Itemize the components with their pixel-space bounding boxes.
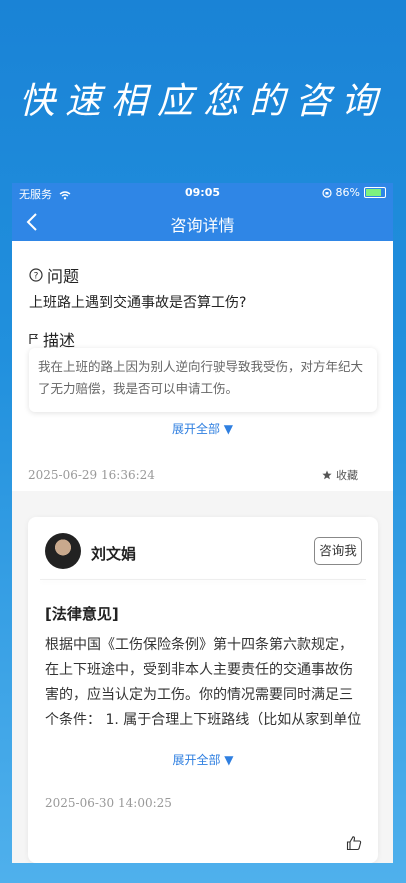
flag-icon	[29, 334, 38, 344]
answer-date: 2025-06-30 14:00:25	[45, 796, 172, 810]
hero-title: 快速相应您的咨询	[18, 81, 387, 122]
question-circle-icon: ?	[29, 268, 43, 282]
favorite-button[interactable]: 收藏	[322, 467, 358, 483]
expand-opinion-button[interactable]: 展开全部 ▼	[28, 751, 378, 768]
page-title: 咨询详情	[170, 216, 235, 235]
question-heading: ? 问题	[29, 263, 79, 287]
description-text: 我在上班的路上因为别人逆向行驶导致我受伤，对方年纪大了无力赔偿，我是否可以申请工…	[38, 359, 364, 396]
lawyer-name: 刘文娟	[91, 545, 137, 563]
battery-percent: 86%	[335, 186, 360, 199]
phone-screen: 无服务 09:05 86% 咨询详情 ? 问题 上班路上遇到交通事故是否算工伤?…	[12, 183, 393, 863]
question-text: 上班路上遇到交通事故是否算工伤?	[29, 295, 247, 311]
lawyer-avatar[interactable]	[45, 533, 81, 569]
description-box: 我在上班的路上因为别人逆向行驶导致我受伤，对方年纪大了无力赔偿，我是否可以申请工…	[29, 348, 377, 412]
orientation-lock-icon	[321, 187, 332, 198]
svg-text:?: ?	[34, 272, 39, 282]
star-icon	[322, 470, 332, 480]
status-right: 86%	[321, 186, 386, 199]
consult-me-button[interactable]: 咨询我	[314, 537, 362, 565]
status-bar: 无服务 09:05 86%	[12, 183, 393, 203]
divider	[40, 579, 366, 580]
thumbs-up-icon[interactable]	[346, 835, 362, 851]
expand-description-button[interactable]: 展开全部 ▼	[12, 420, 393, 437]
answer-card: 刘文娟 咨询我 [法律意见] 根据中国《工伤保险条例》第十四条第六款规定，在上下…	[28, 517, 378, 863]
opinion-text: 根据中国《工伤保险条例》第十四条第六款规定，在上下班途中，受到非本人主要责任的交…	[45, 637, 362, 728]
question-date: 2025-06-29 16:36:24	[28, 468, 155, 482]
nav-bar: 咨询详情	[12, 203, 393, 241]
battery-icon	[364, 187, 386, 198]
opinion-heading: [法律意见]	[45, 605, 119, 623]
